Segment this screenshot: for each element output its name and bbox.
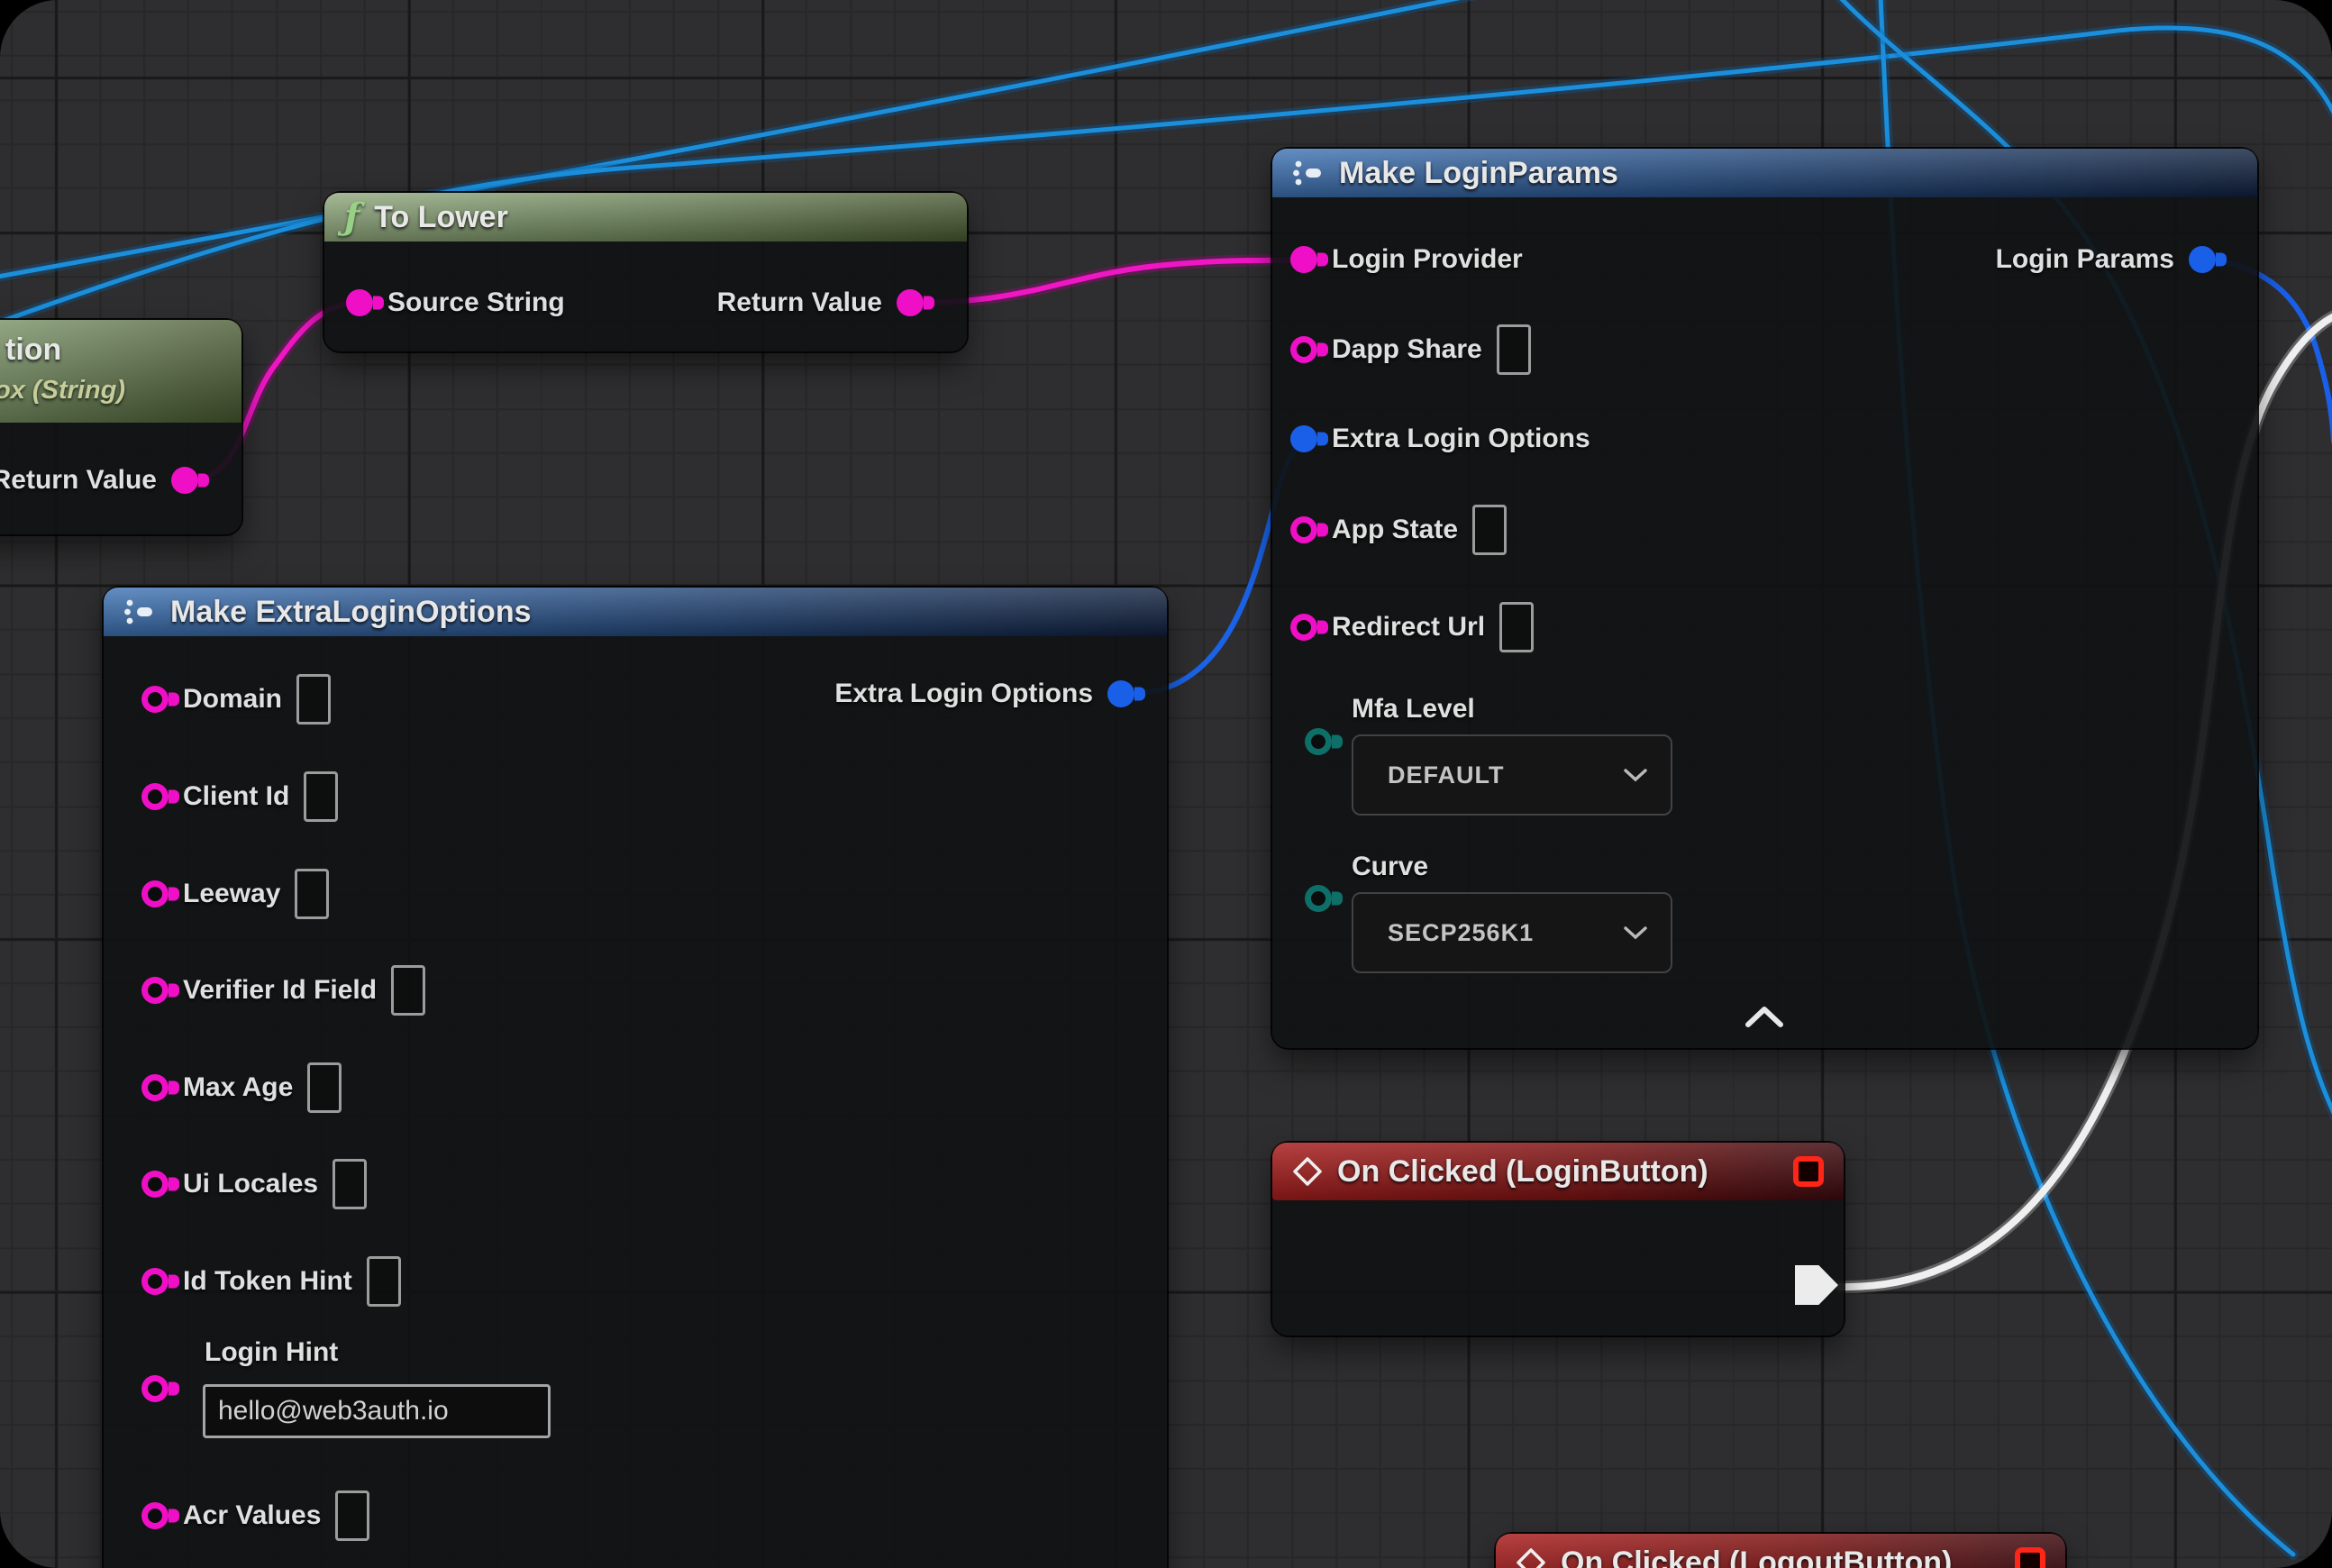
value-box-ui-locales[interactable] bbox=[332, 1159, 367, 1209]
pin-label-verifier-id-field: Verifier Id Field bbox=[183, 975, 377, 1006]
node-header[interactable]: Make ExtraLoginOptions bbox=[104, 588, 1167, 636]
collapse-node-chevron-icon[interactable] bbox=[1744, 1005, 1784, 1033]
mfa-level-dropdown[interactable]: DEFAULT bbox=[1352, 734, 1672, 816]
input-pin-app-state[interactable] bbox=[1290, 516, 1317, 543]
input-pin-redirect-url[interactable] bbox=[1290, 614, 1317, 641]
input-pin-curve[interactable] bbox=[1305, 885, 1332, 912]
pin-label-redirect-url: Redirect Url bbox=[1332, 612, 1485, 643]
exec-output-pin[interactable] bbox=[1795, 1265, 1838, 1305]
node-header[interactable]: On Clicked (LoginButton) bbox=[1272, 1143, 1844, 1200]
pin-label-client-id: Client Id bbox=[183, 781, 289, 812]
node-title: Make ExtraLoginOptions bbox=[170, 595, 532, 630]
value-box-client-id[interactable] bbox=[304, 771, 338, 822]
node-header[interactable]: Make LoginParams bbox=[1272, 149, 2257, 197]
make-struct-icon bbox=[123, 597, 156, 627]
event-bind-indicator[interactable] bbox=[2015, 1547, 2045, 1568]
input-pin-dapp-share[interactable] bbox=[1290, 336, 1317, 363]
value-box-redirect-url[interactable] bbox=[1499, 602, 1534, 652]
pin-label-app-state: App State bbox=[1332, 515, 1458, 545]
pin-label-leeway: Leeway bbox=[183, 879, 280, 909]
pin-label-extra-login-options: Extra Login Options bbox=[1332, 424, 1590, 454]
chevron-down-icon bbox=[1624, 768, 1647, 782]
node-header[interactable]: ƒ To Lower bbox=[324, 193, 967, 242]
pin-label-source-string: Source String bbox=[387, 287, 565, 318]
input-pin-leeway[interactable] bbox=[141, 880, 169, 907]
blueprint-graph-canvas[interactable]: tion ox (String) Return Value ƒ To Lower… bbox=[0, 0, 2332, 1568]
screenshot-stage: tion ox (String) Return Value ƒ To Lower… bbox=[0, 0, 2332, 1568]
chevron-down-icon bbox=[1624, 925, 1647, 940]
node-get-selected-option-partial[interactable]: tion ox (String) Return Value bbox=[0, 320, 241, 534]
value-box-acr-values[interactable] bbox=[335, 1491, 369, 1541]
pin-label-extra-login-options-out: Extra Login Options bbox=[834, 679, 1093, 709]
node-to-lower[interactable]: ƒ To Lower Source String Return Value bbox=[324, 193, 967, 351]
input-pin-mfa-level[interactable] bbox=[1305, 728, 1332, 755]
node-title: To Lower bbox=[374, 200, 508, 235]
node-title: On Clicked (LoginButton) bbox=[1337, 1154, 1708, 1190]
event-diamond-icon bbox=[1292, 1156, 1323, 1187]
node-make-login-params[interactable]: Make LoginParams Login Provider Dapp Sha… bbox=[1272, 149, 2257, 1048]
event-bind-indicator[interactable] bbox=[1793, 1156, 1824, 1187]
node-on-clicked-login-button[interactable]: On Clicked (LoginButton) bbox=[1272, 1143, 1844, 1336]
value-box-domain[interactable] bbox=[296, 674, 331, 725]
node-title-fragment: tion bbox=[5, 333, 61, 368]
input-pin-ui-locales[interactable] bbox=[141, 1171, 169, 1198]
node-make-extra-login-options[interactable]: Make ExtraLoginOptions Domain Client Id … bbox=[104, 588, 1167, 1568]
login-hint-input[interactable]: hello@web3auth.io bbox=[203, 1384, 551, 1438]
input-pin-login-hint[interactable] bbox=[141, 1375, 169, 1402]
pin-label-curve: Curve bbox=[1352, 852, 1428, 882]
pin-label-domain: Domain bbox=[183, 684, 282, 715]
pin-label-return-value: Return Value bbox=[0, 465, 157, 496]
node-title: Make LoginParams bbox=[1339, 156, 1618, 191]
pin-label-id-token-hint: Id Token Hint bbox=[183, 1266, 352, 1297]
pin-label-login-params-out: Login Params bbox=[1996, 244, 2174, 275]
pin-label-login-provider: Login Provider bbox=[1332, 244, 1523, 275]
pin-label-acr-values: Acr Values bbox=[183, 1500, 321, 1531]
output-pin-extra-login-options[interactable] bbox=[1107, 680, 1134, 707]
input-pin-max-age[interactable] bbox=[141, 1074, 169, 1101]
input-pin-extra-login-options[interactable] bbox=[1290, 425, 1317, 452]
pin-label-max-age: Max Age bbox=[183, 1072, 293, 1103]
node-title: On Clicked (LogoutButton) bbox=[1561, 1545, 1952, 1568]
pin-label-login-hint: Login Hint bbox=[205, 1337, 338, 1368]
input-pin-domain[interactable] bbox=[141, 686, 169, 713]
value-box-id-token-hint[interactable] bbox=[367, 1256, 401, 1307]
input-pin-client-id[interactable] bbox=[141, 783, 169, 810]
make-struct-icon bbox=[1292, 158, 1325, 188]
wire-magenta-to-login-provider bbox=[914, 260, 1305, 303]
pin-label-ui-locales: Ui Locales bbox=[183, 1169, 318, 1199]
value-box-max-age[interactable] bbox=[307, 1062, 342, 1113]
output-pin-return-value[interactable] bbox=[897, 289, 924, 316]
pin-label-dapp-share: Dapp Share bbox=[1332, 334, 1482, 365]
output-pin-return-value[interactable] bbox=[171, 467, 198, 494]
input-pin-source-string[interactable] bbox=[346, 289, 373, 316]
value-box-verifier-id-field[interactable] bbox=[391, 965, 425, 1016]
input-pin-verifier-id-field[interactable] bbox=[141, 977, 169, 1004]
input-pin-id-token-hint[interactable] bbox=[141, 1268, 169, 1295]
value-box-dapp-share[interactable] bbox=[1497, 324, 1531, 375]
node-subtitle-fragment: ox (String) bbox=[0, 376, 125, 406]
node-header[interactable]: On Clicked (LogoutButton) bbox=[1496, 1534, 2065, 1568]
mfa-level-value: DEFAULT bbox=[1388, 761, 1505, 789]
value-box-leeway[interactable] bbox=[295, 869, 329, 919]
node-header[interactable]: tion ox (String) bbox=[0, 320, 241, 423]
pin-label-mfa-level: Mfa Level bbox=[1352, 694, 1475, 725]
value-box-app-state[interactable] bbox=[1472, 505, 1507, 555]
curve-value: SECP256K1 bbox=[1388, 919, 1534, 947]
input-pin-login-provider[interactable] bbox=[1290, 246, 1317, 273]
pin-label-return-value: Return Value bbox=[717, 287, 882, 318]
event-diamond-icon bbox=[1516, 1547, 1546, 1568]
curve-dropdown[interactable]: SECP256K1 bbox=[1352, 892, 1672, 973]
node-on-clicked-logout-button[interactable]: On Clicked (LogoutButton) bbox=[1496, 1534, 2065, 1568]
function-icon: ƒ bbox=[344, 199, 360, 235]
output-pin-login-params[interactable] bbox=[2189, 246, 2216, 273]
input-pin-acr-values[interactable] bbox=[141, 1502, 169, 1529]
